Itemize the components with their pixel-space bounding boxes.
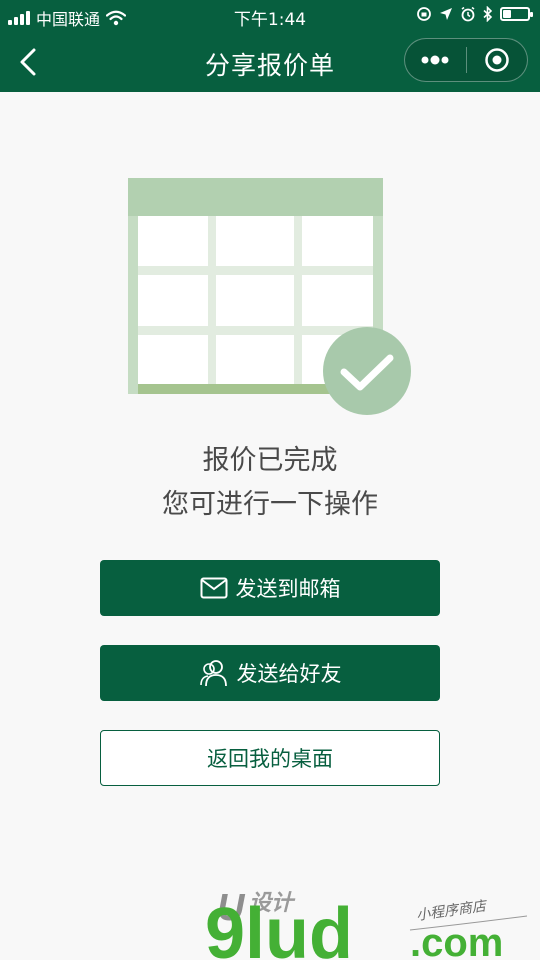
- completion-message: 报价已完成: [202, 445, 338, 476]
- watermark-tld: .com: [410, 921, 503, 960]
- users-icon: [199, 660, 227, 687]
- check-circle: [323, 327, 411, 415]
- send-friend-button[interactable]: 发送给好友: [100, 645, 440, 701]
- send-email-label: 发送到邮箱: [235, 577, 341, 601]
- location-icon: [440, 8, 452, 20]
- battery-icon: [500, 7, 533, 21]
- mini-program-capsule: [404, 38, 528, 82]
- watermark-domain: 9lud: [205, 894, 353, 960]
- send-email-button[interactable]: 发送到邮箱: [100, 560, 440, 616]
- back-desktop-button[interactable]: 返回我的桌面: [100, 730, 440, 786]
- status-bar: 中国联通 下午1:44: [0, 0, 540, 32]
- back-arrow-icon: [20, 48, 36, 76]
- bluetooth-icon: [483, 6, 493, 22]
- quote-complete-illustration: [128, 178, 411, 415]
- close-button[interactable]: [467, 39, 528, 81]
- nav-bar: 分享报价单: [0, 32, 540, 92]
- mail-icon: [200, 577, 227, 599]
- more-button[interactable]: [405, 39, 466, 81]
- close-target-icon: [485, 48, 509, 72]
- action-prompt: 您可进行一下操作: [162, 489, 378, 520]
- back-desktop-label: 返回我的桌面: [207, 747, 333, 771]
- alarm-icon: [461, 6, 475, 22]
- send-friend-label: 发送给好友: [236, 662, 342, 686]
- rotation-lock-icon: [417, 7, 431, 21]
- site-watermark: U 设计 9lud .com 小程序商店: [205, 887, 528, 960]
- back-button[interactable]: [8, 42, 48, 82]
- more-icon: [421, 55, 449, 65]
